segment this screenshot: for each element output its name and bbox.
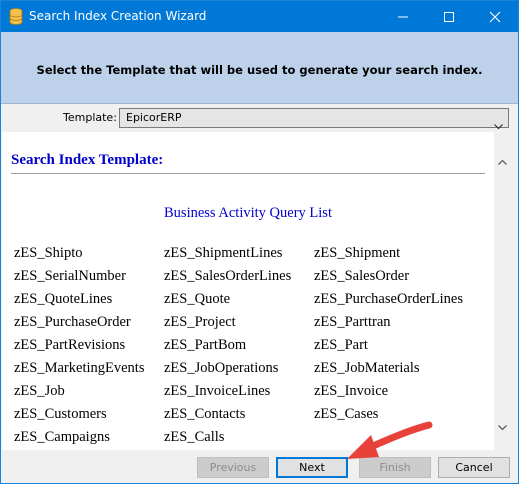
wizard-window: Search Index Creation Wizard Select the … [0, 0, 519, 484]
query-item: zES_MarketingEvents [14, 360, 145, 376]
query-item: zES_PurchaseOrder [14, 314, 131, 330]
window-title: Search Index Creation Wizard [29, 9, 207, 23]
query-item: zES_PartRevisions [14, 337, 126, 353]
header-message: Select the Template that will be used to… [36, 63, 483, 77]
query-item: zES_JobOperations [164, 360, 279, 376]
query-item: zES_PurchaseOrderLines [314, 291, 463, 307]
query-item: zES_Project [164, 314, 236, 330]
scroll-down-icon[interactable] [498, 416, 507, 435]
scroll-thumb[interactable] [498, 172, 507, 402]
database-icon [9, 8, 23, 25]
query-item: zES_Shipto [14, 245, 83, 261]
query-item: zES_Parttran [314, 314, 391, 330]
template-dropdown[interactable]: EpicorERP [119, 108, 509, 130]
minimize-button[interactable] [380, 1, 426, 32]
cancel-button[interactable]: Cancel [438, 457, 510, 478]
query-item: zES_Shipment [314, 245, 401, 261]
close-button[interactable] [472, 1, 518, 32]
template-selected-value: EpicorERP [126, 111, 182, 124]
query-item: zES_Contacts [164, 406, 246, 422]
query-item: zES_ShipmentLines [164, 245, 283, 261]
next-button[interactable]: Next [276, 457, 348, 478]
query-item: zES_SalesOrderLines [164, 268, 292, 284]
query-item: zES_SalesOrder [314, 268, 410, 284]
query-item: zES_Job [14, 383, 65, 399]
template-label: Template: [63, 111, 117, 124]
vertical-scrollbar[interactable] [494, 132, 511, 450]
maximize-button[interactable] [426, 1, 472, 32]
query-item: zES_Invoice [314, 383, 389, 399]
query-item: zES_QuoteLines [14, 291, 113, 307]
query-item: zES_InvoiceLines [164, 383, 271, 399]
query-item: zES_Part [314, 337, 368, 353]
scroll-up-icon[interactable] [498, 150, 507, 169]
template-preview: Search Index Template: Business Activity… [2, 132, 494, 450]
template-row: Template: EpicorERP [1, 105, 518, 131]
button-bar: Previous Next Finish Cancel [1, 451, 518, 483]
query-item: zES_SerialNumber [14, 268, 126, 284]
red-arrow-icon [347, 421, 433, 459]
title-bar[interactable]: Search Index Creation Wizard [1, 1, 518, 32]
query-item: zES_Quote [164, 291, 231, 307]
header-panel: Select the Template that will be used to… [1, 32, 518, 104]
template-heading: Search Index Template: [11, 152, 164, 168]
query-item: zES_JobMaterials [314, 360, 420, 376]
previous-button[interactable]: Previous [197, 457, 269, 478]
query-list-title: Business Activity Query List [164, 205, 332, 221]
query-item: zES_Calls [164, 429, 225, 445]
query-item: zES_PartBom [164, 337, 247, 353]
query-item: zES_Customers [14, 406, 107, 422]
heading-divider [11, 173, 485, 174]
query-item: zES_Campaigns [14, 429, 110, 445]
